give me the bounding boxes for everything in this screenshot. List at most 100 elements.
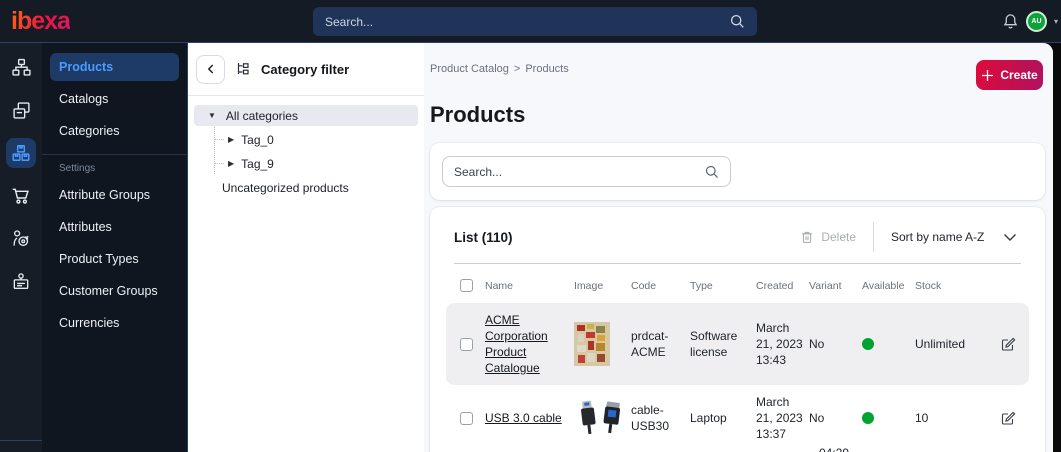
- sidebar-item-customer-groups[interactable]: Customer Groups: [50, 277, 179, 305]
- product-name-link[interactable]: USB 3.0 cable: [485, 410, 562, 426]
- tree-item-label: Tag_0: [241, 132, 274, 147]
- available-indicator: [862, 412, 874, 424]
- list-header: List (110) Delete Sort by name A-Z: [430, 207, 1045, 263]
- caret-right-icon[interactable]: ▶: [228, 135, 234, 144]
- app-window: ibexa Search... AU ▾ Products Catalogs C…: [0, 0, 1061, 452]
- clipped-next-row-text: 04:29: [819, 446, 849, 452]
- column-header-available: Available: [862, 279, 905, 292]
- delete-button-label: Delete: [821, 230, 856, 244]
- notifications-bell-icon[interactable]: [1002, 13, 1019, 30]
- sidebar-item-label: Currencies: [59, 316, 120, 330]
- usb-cable-thumbnail: [574, 398, 624, 438]
- table-row[interactable]: USB 3.0 cable cable-USB30 Laptop March 2…: [446, 385, 1029, 451]
- plus-icon: [982, 69, 994, 81]
- column-header-variant: Variant: [809, 279, 842, 292]
- sidebar-item-categories[interactable]: Categories: [50, 117, 179, 145]
- list-search-input[interactable]: Search...: [442, 156, 731, 187]
- tree-item-uncategorized-products[interactable]: Uncategorized products: [194, 177, 418, 198]
- product-stock: Unlimited: [915, 337, 966, 351]
- content-header: Product Catalog > Products Create: [430, 58, 1051, 90]
- sidebar-item-label: Attributes: [59, 220, 112, 234]
- sidebar-item-products[interactable]: Products: [50, 53, 179, 81]
- sitemap-icon[interactable]: [6, 52, 36, 82]
- row-checkbox[interactable]: [460, 411, 473, 425]
- user-avatar[interactable]: AU: [1025, 11, 1047, 32]
- global-search-input[interactable]: Search...: [313, 7, 757, 36]
- product-type: Laptop: [690, 411, 727, 425]
- cart-icon[interactable]: [6, 181, 36, 211]
- documents-icon[interactable]: [6, 95, 36, 125]
- user-menu-caret-icon[interactable]: ▾: [1054, 17, 1058, 26]
- breadcrumb-item-product-catalog[interactable]: Product Catalog: [430, 63, 509, 75]
- topbar-right: AU ▾: [1002, 0, 1058, 43]
- icon-rail: [0, 43, 42, 452]
- sidebar-settings-label: Settings: [59, 163, 96, 174]
- licence-badge-icon[interactable]: [6, 267, 36, 297]
- breadcrumb-separator: >: [513, 63, 521, 75]
- sidebar-item-product-types[interactable]: Product Types: [50, 245, 179, 273]
- product-variant: No: [809, 337, 825, 351]
- tree-item-label: All categories: [225, 108, 298, 123]
- search-icon: [730, 14, 744, 28]
- column-header-name: Name: [485, 279, 514, 292]
- tree-item-tag-9[interactable]: ▶ Tag_9: [194, 153, 418, 174]
- category-filter-panel: Category filter ▼ All categories ▶ Tag_0: [188, 43, 424, 452]
- panel-divider: [188, 95, 424, 96]
- chevron-left-icon: [207, 64, 213, 74]
- select-all-checkbox[interactable]: [460, 279, 473, 292]
- product-list-card: List (110) Delete Sort by name A-Z Name …: [430, 207, 1045, 452]
- list-search-placeholder: Search...: [454, 164, 503, 179]
- sidebar-item-catalogs[interactable]: Catalogs: [50, 85, 179, 113]
- row-checkbox[interactable]: [460, 337, 473, 351]
- category-filter-header: Category filter: [188, 53, 424, 85]
- column-header-type: Type: [690, 279, 713, 292]
- acme-catalogue-thumbnail: [574, 322, 610, 366]
- sidebar-item-label: Product Types: [59, 252, 139, 266]
- product-name-link[interactable]: ACME Corporation Product Catalogue: [485, 312, 567, 376]
- light-area: Category filter ▼ All categories ▶ Tag_0: [188, 43, 1053, 452]
- main-region: Products Catalogs Categories Settings At…: [0, 43, 1061, 452]
- table-row[interactable]: ACME Corporation Product Catalogue prdca…: [446, 303, 1029, 385]
- sidebar-item-attributes[interactable]: Attributes: [50, 213, 179, 241]
- trash-icon: [802, 231, 813, 243]
- available-indicator: [862, 338, 874, 350]
- product-stock: 10: [915, 411, 929, 425]
- breadcrumb: Product Catalog > Products: [430, 63, 569, 75]
- create-button[interactable]: Create: [976, 60, 1043, 90]
- product-boxes-icon[interactable]: [6, 138, 36, 168]
- delete-button[interactable]: Delete: [800, 230, 856, 244]
- column-header-image: Image: [574, 279, 604, 292]
- category-filter-title: Category filter: [261, 61, 350, 77]
- create-button-label: Create: [1000, 68, 1038, 82]
- column-header-created: Created: [756, 279, 794, 292]
- caret-down-icon[interactable]: ▼: [208, 111, 216, 120]
- edit-button[interactable]: [995, 337, 1029, 352]
- caret-right-icon[interactable]: ▶: [228, 159, 234, 168]
- avatar-initials: AU: [1031, 18, 1042, 25]
- sidebar-item-attribute-groups[interactable]: Attribute Groups: [50, 181, 179, 209]
- sidebar-divider: [42, 154, 187, 155]
- product-created: March 21, 2023 13:43: [756, 321, 803, 367]
- tree-item-label: Uncategorized products: [222, 180, 349, 195]
- sidebar-item-label: Products: [59, 60, 114, 74]
- global-search-placeholder: Search...: [325, 14, 374, 29]
- sidebar-item-label: Attribute Groups: [59, 188, 151, 202]
- product-type: Software license: [690, 329, 738, 359]
- product-image-cell: [569, 322, 626, 366]
- page-title: Products: [430, 102, 526, 127]
- sidebar-item-currencies[interactable]: Currencies: [50, 309, 179, 337]
- collapse-panel-button[interactable]: [196, 54, 225, 84]
- sidebar-item-label: Categories: [59, 124, 120, 138]
- ibexa-logo[interactable]: ibexa: [11, 7, 71, 36]
- edit-pencil-icon: [1001, 411, 1016, 425]
- breadcrumb-item-products[interactable]: Products: [525, 63, 568, 75]
- category-tree-icon: [237, 63, 249, 75]
- list-actions: Delete Sort by name A-Z: [800, 222, 1017, 252]
- edit-button[interactable]: [995, 411, 1029, 426]
- tree-item-all-categories[interactable]: ▼ All categories: [194, 105, 418, 126]
- product-variant: No: [809, 411, 825, 425]
- customer-target-icon[interactable]: [6, 224, 36, 254]
- tree-item-tag-0[interactable]: ▶ Tag_0: [194, 129, 418, 150]
- vertical-divider: [873, 222, 874, 252]
- sort-dropdown[interactable]: Sort by name A-Z: [891, 230, 1017, 244]
